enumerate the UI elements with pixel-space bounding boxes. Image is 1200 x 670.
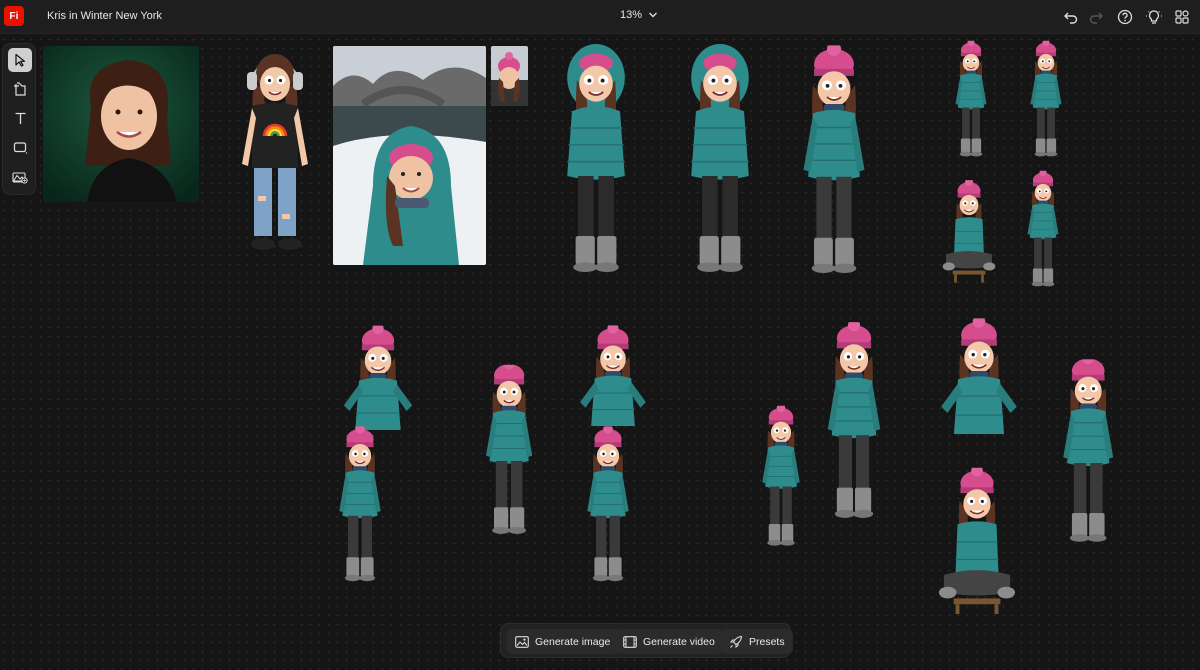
character-walking-large[interactable]	[1030, 352, 1128, 544]
document-title[interactable]: Kris in Winter New York	[47, 10, 162, 22]
sitting-stool-character-image	[942, 166, 996, 290]
text-tool-icon	[15, 112, 25, 124]
artboard-tool-icon	[13, 81, 26, 96]
laughing-character-image	[324, 420, 396, 586]
artboard-tool[interactable]	[8, 77, 32, 101]
character-laughing[interactable]	[324, 420, 396, 586]
image-tool-icon	[12, 171, 28, 184]
image-tool[interactable]	[8, 164, 32, 188]
shape-tool-icon	[13, 141, 27, 154]
left-toolbar	[2, 43, 36, 195]
headphones-character-image	[242, 54, 308, 250]
hooded-character-1[interactable]	[555, 44, 637, 284]
waving-character-image	[945, 36, 997, 160]
help-icon[interactable]	[1115, 7, 1135, 27]
hooded-character-image	[679, 44, 761, 284]
video-icon	[623, 635, 637, 648]
image-icon	[515, 635, 529, 648]
select-tool[interactable]	[8, 48, 32, 72]
lightbulb-icon[interactable]	[1144, 7, 1164, 27]
presets-button[interactable]: Presets	[721, 629, 793, 654]
beanie-character-image	[795, 36, 873, 280]
arms-crossed-character-image	[748, 400, 814, 550]
character-standing-hands-pockets[interactable]	[818, 314, 890, 524]
character-sitting-stool[interactable]	[942, 166, 996, 290]
character-waving-small[interactable]	[945, 36, 997, 160]
walking-large-character-image	[1030, 352, 1128, 544]
waving-large-character-image	[932, 310, 1026, 434]
reference-portrait-photo[interactable]	[43, 46, 199, 202]
portrait-image	[43, 46, 199, 202]
hat-thumbnail-photo[interactable]	[491, 46, 528, 106]
winter-selfie-image	[333, 46, 486, 265]
character-pointing-small[interactable]	[1015, 166, 1071, 290]
redo-icon[interactable]	[1086, 7, 1106, 27]
character-arms-crossed[interactable]	[748, 400, 814, 550]
hooded-character-image	[555, 44, 637, 284]
text-tool[interactable]	[8, 106, 32, 130]
character-pointing[interactable]	[560, 318, 666, 426]
jumping-character-image	[428, 358, 556, 536]
hooded-character-2[interactable]	[679, 44, 761, 284]
walking-character-image	[1020, 36, 1072, 160]
zoom-level: 13%	[620, 9, 643, 21]
pointing-character-image	[560, 318, 666, 426]
beanie-character-standing[interactable]	[795, 36, 873, 280]
character-clapping[interactable]	[574, 420, 642, 586]
select-tool-icon	[15, 53, 26, 67]
hat-thumbnail-image	[491, 46, 528, 106]
character-waving-large[interactable]	[932, 310, 1026, 434]
generate-video-label: Generate video	[643, 635, 715, 648]
character-sitting-cocoa[interactable]	[936, 460, 1018, 614]
character-walking-small[interactable]	[1020, 36, 1072, 160]
shape-tool[interactable]	[8, 135, 32, 159]
pointing-small-character-image	[1015, 166, 1071, 290]
thumbs-up-character-image	[335, 318, 421, 430]
winter-selfie-photo[interactable]	[333, 46, 486, 265]
undo-icon[interactable]	[1061, 7, 1081, 27]
character-thumbs-up[interactable]	[335, 318, 421, 430]
generate-image-button[interactable]: Generate image	[507, 629, 619, 654]
character-jumping[interactable]	[428, 358, 556, 536]
standing-character-image	[818, 314, 890, 524]
firefly-logo[interactable]: Fi	[4, 6, 24, 26]
sitting-cocoa-character-image	[936, 460, 1018, 614]
clapping-character-image	[574, 420, 642, 586]
apps-icon[interactable]	[1172, 7, 1192, 27]
zoom-dropdown[interactable]: 13%	[620, 9, 658, 21]
top-bar: Fi Kris in Winter New York 13%	[0, 0, 1200, 34]
rocket-icon	[730, 635, 743, 648]
presets-label: Presets	[749, 635, 785, 648]
generate-video-button[interactable]: Generate video	[615, 629, 723, 654]
cartoon-headphones-rainbow[interactable]	[238, 46, 313, 261]
generate-image-label: Generate image	[535, 635, 611, 648]
chevron-down-icon	[649, 12, 658, 18]
generate-toolbar: Generate image Generate video Presets	[500, 623, 793, 658]
